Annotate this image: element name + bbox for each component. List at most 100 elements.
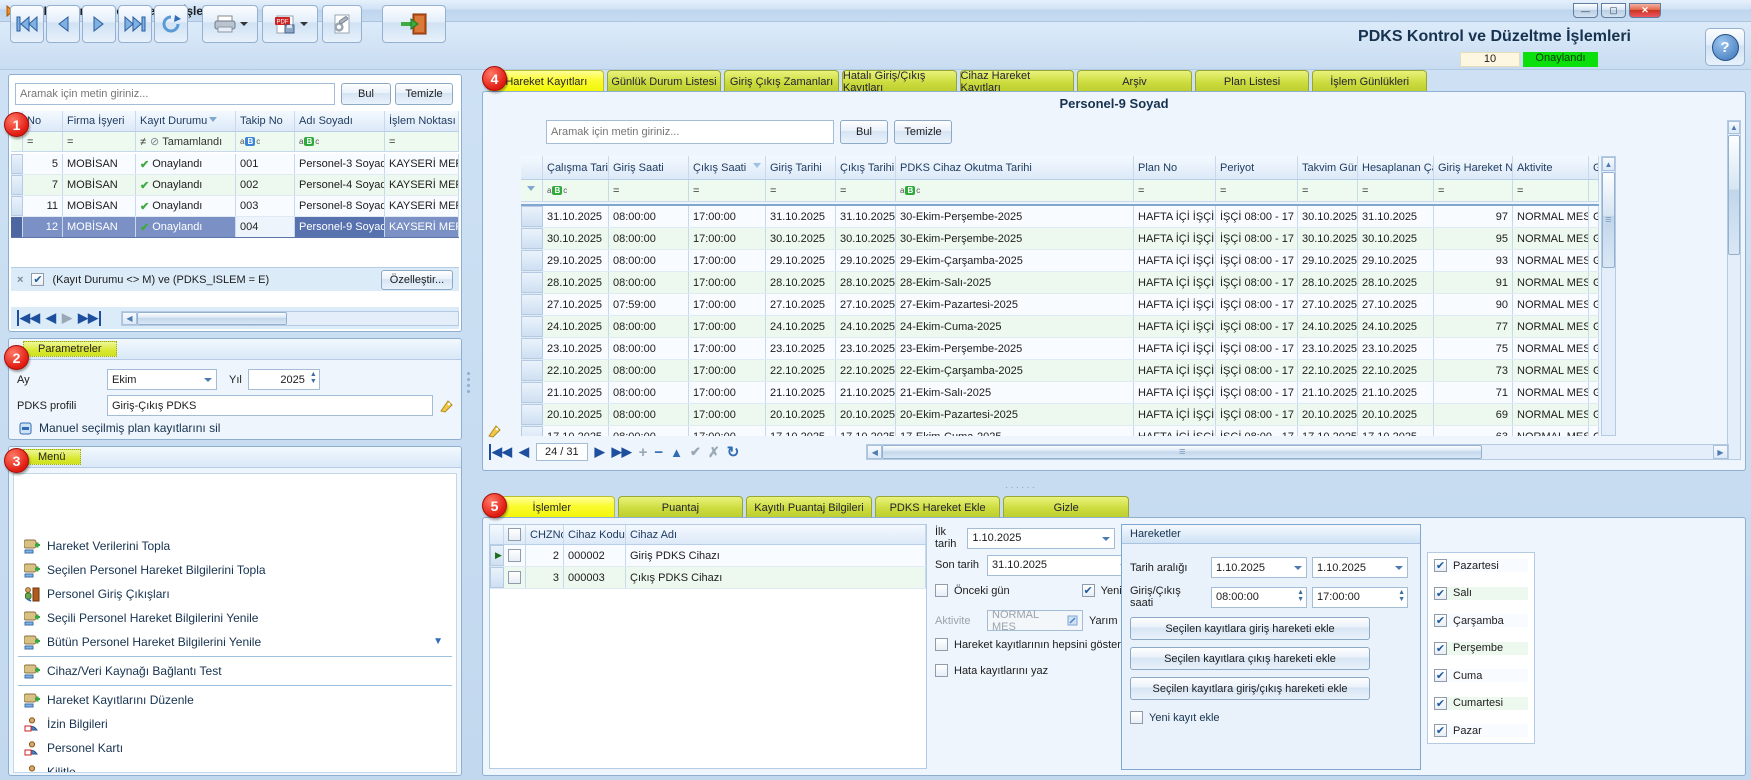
record-row[interactable]: 29.10.2025 08:00:00 17:00:00 29.10.2025 … bbox=[521, 250, 1599, 272]
record-row[interactable]: 20.10.2025 08:00:00 17:00:00 20.10.2025 … bbox=[521, 404, 1599, 426]
weekday-checkbox[interactable]: ✔ bbox=[1434, 669, 1447, 682]
col-chzno[interactable]: CHZNo bbox=[526, 525, 564, 544]
personnel-row[interactable]: 7 MOBİSAN ✔Onaylandı 002 Personel-4 Soya… bbox=[11, 175, 459, 196]
weekday-item[interactable]: ✔ Pazartesi bbox=[1434, 559, 1528, 572]
weekday-checkbox[interactable]: ✔ bbox=[1434, 614, 1447, 627]
delete-plans-item[interactable]: Manuel seçilmiş plan kayıtlarını sil bbox=[19, 421, 220, 435]
vertical-splitter[interactable] bbox=[466, 372, 470, 406]
records-filter-row[interactable]: aBc = = = = aBc = = = = = = bbox=[521, 180, 1599, 202]
weekday-checkbox[interactable]: ✔ bbox=[1434, 724, 1447, 737]
col-giris-hareket-no[interactable]: Giriş Hareket No bbox=[1434, 156, 1513, 179]
menu-item-collect-movements[interactable]: Hareket Verilerini Topla bbox=[14, 534, 456, 558]
customize-filter-button[interactable]: Özelleştir... bbox=[381, 270, 453, 290]
tab-cihaz-hareket-kayitlari[interactable]: Cihaz Hareket Kayıtları bbox=[960, 70, 1075, 92]
personnel-row[interactable]: 11 MOBİSAN ✔Onaylandı 003 Personel-8 Soy… bbox=[11, 196, 459, 217]
prev-day-checkbox[interactable] bbox=[935, 584, 948, 597]
pager-first-button[interactable]: ◀◀ bbox=[489, 444, 512, 460]
pdf-dropdown-arrow[interactable] bbox=[300, 22, 308, 30]
exit-button[interactable] bbox=[382, 5, 446, 43]
menu-item-connection-test[interactable]: Cihaz/Veri Kaynağı Bağlantı Test bbox=[14, 659, 456, 683]
add-entry-button[interactable]: Seçilen kayıtlara giriş hareketi ekle bbox=[1130, 617, 1370, 640]
record-row[interactable]: 31.10.2025 08:00:00 17:00:00 31.10.2025 … bbox=[521, 206, 1599, 228]
append-row-button[interactable]: + bbox=[639, 444, 648, 461]
col-periyot[interactable]: Periyot bbox=[1216, 156, 1298, 179]
col-cikis-tarihi[interactable]: Çıkış Tarihi bbox=[836, 156, 896, 179]
menu-item-refresh-selected[interactable]: Seçili Personel Hareket Bilgilerini Yeni… bbox=[14, 606, 456, 630]
activity-lookup-icon[interactable] bbox=[1067, 615, 1078, 626]
tab-kayitli-puantaj[interactable]: Kayıtlı Puantaj Bilgileri bbox=[746, 496, 872, 518]
filter-funnel-icon[interactable] bbox=[209, 117, 217, 126]
col-aktivite[interactable]: Aktivite bbox=[1513, 156, 1589, 179]
menu-header[interactable]: Menü bbox=[9, 447, 461, 468]
col-adi-soyadi[interactable]: Adı Soyadı bbox=[295, 111, 385, 131]
personnel-row[interactable]: 5 MOBİSAN ✔Onaylandı 001 Personel-3 Soya… bbox=[11, 154, 459, 175]
device-checkbox[interactable] bbox=[508, 571, 521, 584]
menu-item-personnel-card[interactable]: Personel Kartı bbox=[14, 736, 456, 760]
tab-gunluk-durum-listesi[interactable]: Günlük Durum Listesi bbox=[607, 70, 722, 92]
weekday-item[interactable]: ✔ Çarşamba bbox=[1434, 614, 1528, 627]
add-entry-exit-button[interactable]: Seçilen kayıtlara giriş/çıkış hareketi e… bbox=[1130, 677, 1370, 700]
col-no[interactable]: No bbox=[23, 111, 63, 131]
records-vscrollbar[interactable]: ▲ ≡ bbox=[1601, 156, 1616, 436]
pager-prev-button[interactable]: ◀ bbox=[519, 444, 529, 460]
tab-gizle[interactable]: Gizle bbox=[1003, 496, 1129, 518]
edit-row-button[interactable]: ▲ bbox=[670, 445, 683, 460]
select-all-checkbox[interactable] bbox=[508, 528, 521, 541]
col-kayit-durumu[interactable]: Kayıt Durumu bbox=[136, 111, 236, 131]
activity-input[interactable]: NORMAL MES bbox=[987, 610, 1083, 631]
personnel-find-button[interactable]: Bul bbox=[341, 83, 391, 105]
device-row[interactable]: ▶ 2 000002 Giriş PDKS Cihazı bbox=[490, 545, 926, 567]
weekday-item[interactable]: ✔ Cuma bbox=[1434, 669, 1528, 682]
tab-islemler[interactable]: İşlemler bbox=[489, 496, 615, 518]
col-cihaz-adi[interactable]: Cihaz Adı bbox=[626, 525, 926, 544]
weekday-checkbox[interactable]: ✔ bbox=[1434, 559, 1447, 572]
filter-abc[interactable]: aBc bbox=[295, 132, 385, 151]
tab-puantaj[interactable]: Puantaj bbox=[618, 496, 744, 518]
panel-vscrollbar[interactable]: ▲ bbox=[1727, 120, 1741, 460]
remove-filter-icon[interactable]: × bbox=[17, 274, 23, 286]
personnel-row-selected[interactable]: 12 MOBİSAN ✔Onaylandı 004 Personel-9 Soy… bbox=[11, 217, 459, 238]
menu-item-lock[interactable]: Kilitle bbox=[14, 760, 456, 773]
col-takip-no[interactable]: Takip No bbox=[236, 111, 295, 131]
pager-first-button[interactable]: ◀◀ bbox=[17, 310, 40, 326]
tab-pdks-hareket-ekle[interactable]: PDKS Hareket Ekle bbox=[875, 496, 1001, 518]
filter-kayit[interactable]: ≠⊘Tamamlandı bbox=[136, 132, 236, 151]
record-row[interactable]: 21.10.2025 08:00:00 17:00:00 21.10.2025 … bbox=[521, 382, 1599, 404]
pager-prev-button[interactable]: ◀ bbox=[46, 310, 56, 326]
tab-arsiv[interactable]: Arşiv bbox=[1077, 70, 1192, 92]
personnel-clear-button[interactable]: Temizle bbox=[395, 83, 453, 105]
filter-enabled-checkbox[interactable]: ✔ bbox=[31, 273, 44, 286]
tab-islem-gunlukleri[interactable]: İşlem Günlükleri bbox=[1312, 70, 1427, 92]
print-dropdown-arrow[interactable] bbox=[240, 22, 248, 30]
filter-eq[interactable]: = bbox=[385, 132, 459, 151]
record-row[interactable]: 22.10.2025 08:00:00 17:00:00 22.10.2025 … bbox=[521, 360, 1599, 382]
col-giris-saati[interactable]: Giriş Saati bbox=[609, 156, 689, 179]
weekday-item[interactable]: ✔ Cumartesi bbox=[1434, 697, 1528, 710]
cancel-edit-button[interactable]: ✗ bbox=[708, 444, 720, 461]
weekday-item[interactable]: ✔ Salı bbox=[1434, 587, 1528, 600]
last-date-combo[interactable]: 31.10.2025 bbox=[987, 555, 1133, 576]
record-row[interactable]: 24.10.2025 08:00:00 17:00:00 24.10.2025 … bbox=[521, 316, 1599, 338]
first-date-combo[interactable]: 1.10.2025 bbox=[967, 528, 1115, 549]
time-in-spinner[interactable]: 08:00:00▲▼ bbox=[1211, 587, 1307, 608]
delete-row-button[interactable]: − bbox=[654, 444, 663, 461]
col-takvim-gunu[interactable]: Takvim Günü bbox=[1298, 156, 1358, 179]
records-clear-button[interactable]: Temizle bbox=[894, 120, 952, 144]
print-button[interactable] bbox=[202, 5, 258, 43]
col-cihaz-kodu[interactable]: Cihaz Kodu bbox=[564, 525, 626, 544]
col-calisma-tarihi[interactable]: Çalışma Tari bbox=[543, 156, 609, 179]
refresh-grid-button[interactable]: ↻ bbox=[727, 443, 740, 461]
nav-next-button[interactable] bbox=[82, 5, 116, 43]
add-exit-button[interactable]: Seçilen kayıtlara çıkış hareketi ekle bbox=[1130, 647, 1370, 670]
show-all-checkbox[interactable] bbox=[935, 638, 948, 651]
year-spinner[interactable]: 2025▲▼ bbox=[248, 369, 320, 390]
col-islem-noktasi[interactable]: İşlem Noktası bbox=[385, 111, 459, 131]
profile-input[interactable]: Giriş-Çıkış PDKS bbox=[107, 395, 433, 416]
filter-abc[interactable]: aBc bbox=[236, 132, 295, 151]
weekday-checkbox[interactable]: ✔ bbox=[1434, 697, 1447, 710]
pager-next-button[interactable]: ▶ bbox=[62, 310, 72, 326]
record-row[interactable]: 17.10.2025 08:00:00 17:00:00 17.10.2025 … bbox=[521, 426, 1599, 436]
pager-last-button[interactable]: ▶▶​ bbox=[78, 310, 101, 326]
records-search-input[interactable] bbox=[546, 120, 834, 144]
filter-funnel-icon[interactable] bbox=[527, 186, 535, 195]
